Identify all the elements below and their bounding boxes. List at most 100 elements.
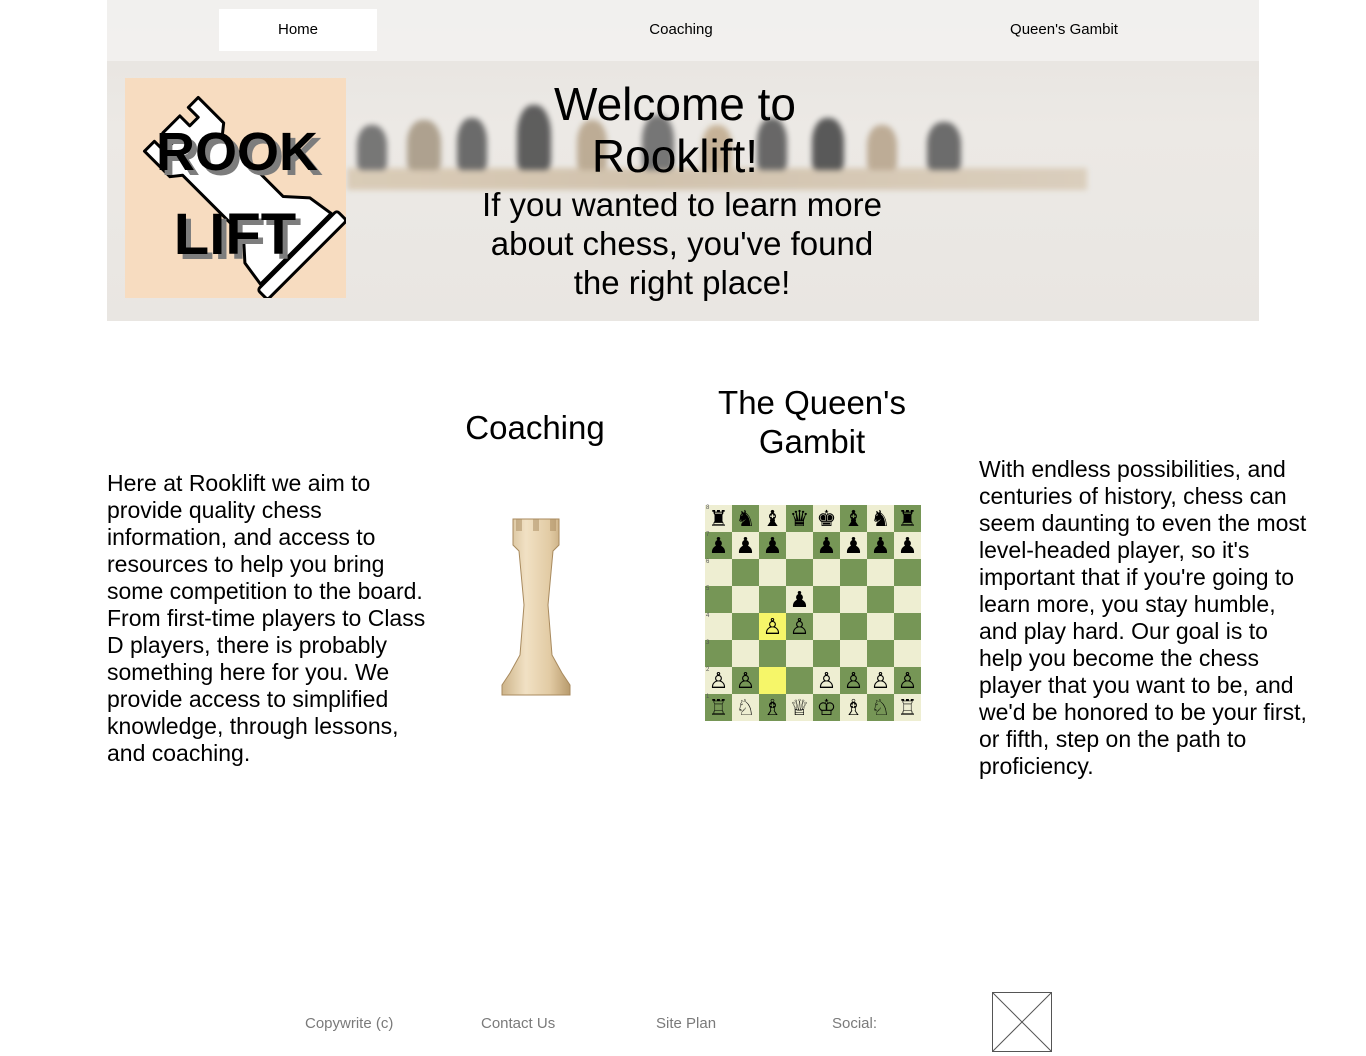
chess-piece-icon[interactable]: ♙ bbox=[871, 667, 891, 694]
chess-piece-icon[interactable]: ♗ bbox=[844, 694, 864, 721]
board-square[interactable]: 4 bbox=[705, 613, 732, 640]
chess-piece-icon[interactable]: ♙ bbox=[817, 667, 837, 694]
board-square[interactable]: ♟ bbox=[759, 532, 786, 559]
board-square[interactable] bbox=[786, 667, 813, 694]
board-square[interactable]: ♙ bbox=[786, 613, 813, 640]
chess-piece-icon[interactable]: ♙ bbox=[736, 667, 756, 694]
board-square[interactable] bbox=[840, 640, 867, 667]
board-square[interactable]: ♙ bbox=[732, 667, 759, 694]
rooklift-logo[interactable]: ROOK ROOK LIFT LIFT bbox=[125, 78, 347, 300]
board-square[interactable]: ♟ bbox=[786, 586, 813, 613]
chess-piece-icon[interactable]: ♟ bbox=[790, 586, 810, 613]
board-square[interactable]: ♟ 7 bbox=[705, 532, 732, 559]
board-square[interactable]: ♙ bbox=[813, 667, 840, 694]
chessboard-diagram[interactable]: ♜ 8 ♞ ♝ ♛ ♚ ♝ ♞ ♜ ♟ 7 ♟ ♟ ♟ ♟ ♟ ♟ 6 5 ♟ 4 ♙ ♙ 3 ♙ 2 ♙ ♙ ♙ ♙ ♙ ♖ 1 ♘ ♗ ♕ ♔ ♗ ♘ ♖ bbox=[705, 505, 921, 721]
chess-piece-icon[interactable]: ♚ bbox=[817, 505, 837, 532]
chess-piece-icon[interactable]: ♟ bbox=[709, 532, 729, 559]
board-square[interactable]: ♟ bbox=[840, 532, 867, 559]
board-square[interactable] bbox=[732, 586, 759, 613]
board-square[interactable]: ♙ bbox=[759, 613, 786, 640]
chess-piece-icon[interactable]: ♙ bbox=[709, 667, 729, 694]
board-square[interactable] bbox=[894, 586, 921, 613]
chess-piece-icon[interactable]: ♞ bbox=[871, 505, 891, 532]
board-square[interactable] bbox=[840, 586, 867, 613]
board-square[interactable]: ♔ bbox=[813, 694, 840, 721]
board-square[interactable] bbox=[867, 613, 894, 640]
chess-piece-icon[interactable]: ♟ bbox=[871, 532, 891, 559]
board-square[interactable]: ♜ bbox=[894, 505, 921, 532]
chess-piece-icon[interactable]: ♙ bbox=[763, 613, 783, 640]
board-square[interactable] bbox=[759, 667, 786, 694]
board-square[interactable]: ♗ bbox=[759, 694, 786, 721]
chess-piece-icon[interactable]: ♟ bbox=[817, 532, 837, 559]
chess-piece-icon[interactable]: ♝ bbox=[763, 505, 783, 532]
board-square[interactable] bbox=[759, 559, 786, 586]
board-square[interactable] bbox=[786, 640, 813, 667]
chess-piece-icon[interactable]: ♔ bbox=[817, 694, 837, 721]
board-square[interactable]: ♗ bbox=[840, 694, 867, 721]
queens-gambit-heading[interactable]: The Queen's Gambit bbox=[696, 383, 928, 461]
board-square[interactable]: 6 bbox=[705, 559, 732, 586]
board-square[interactable]: ♘ bbox=[732, 694, 759, 721]
board-square[interactable] bbox=[732, 613, 759, 640]
chess-piece-icon[interactable]: ♖ bbox=[898, 694, 918, 721]
chess-piece-icon[interactable]: ♕ bbox=[790, 694, 810, 721]
chess-piece-icon[interactable]: ♛ bbox=[790, 505, 810, 532]
board-square[interactable] bbox=[759, 586, 786, 613]
board-square[interactable] bbox=[894, 613, 921, 640]
footer-site-plan-link[interactable]: Site Plan bbox=[656, 1015, 716, 1032]
board-square[interactable]: ♞ bbox=[732, 505, 759, 532]
board-square[interactable] bbox=[759, 640, 786, 667]
board-square[interactable]: ♝ bbox=[840, 505, 867, 532]
chess-piece-icon[interactable]: ♜ bbox=[709, 505, 729, 532]
board-square[interactable] bbox=[786, 559, 813, 586]
board-square[interactable]: ♖ 1 bbox=[705, 694, 732, 721]
board-square[interactable]: ♖ bbox=[894, 694, 921, 721]
board-square[interactable] bbox=[813, 559, 840, 586]
chess-piece-icon[interactable]: ♟ bbox=[736, 532, 756, 559]
board-square[interactable] bbox=[867, 559, 894, 586]
chess-piece-icon[interactable]: ♞ bbox=[736, 505, 756, 532]
board-square[interactable] bbox=[894, 559, 921, 586]
chess-piece-icon[interactable]: ♙ bbox=[844, 667, 864, 694]
nav-item-home[interactable]: Home bbox=[219, 9, 377, 51]
board-square[interactable]: ♞ bbox=[867, 505, 894, 532]
footer-contact-link[interactable]: Contact Us bbox=[481, 1015, 555, 1032]
coaching-heading[interactable]: Coaching bbox=[440, 408, 630, 447]
chess-piece-icon[interactable]: ♘ bbox=[871, 694, 891, 721]
board-square[interactable]: ♟ bbox=[867, 532, 894, 559]
board-square[interactable] bbox=[840, 613, 867, 640]
placeholder-image-icon[interactable] bbox=[992, 992, 1052, 1052]
board-square[interactable] bbox=[840, 559, 867, 586]
board-square[interactable]: ♘ bbox=[867, 694, 894, 721]
board-square[interactable] bbox=[813, 640, 840, 667]
board-square[interactable] bbox=[786, 532, 813, 559]
board-square[interactable]: ♟ bbox=[894, 532, 921, 559]
board-square[interactable] bbox=[894, 640, 921, 667]
board-square[interactable]: ♝ bbox=[759, 505, 786, 532]
wooden-rook-icon[interactable] bbox=[496, 515, 576, 700]
board-square[interactable] bbox=[732, 559, 759, 586]
chess-piece-icon[interactable]: ♙ bbox=[790, 613, 810, 640]
chess-piece-icon[interactable]: ♝ bbox=[844, 505, 864, 532]
board-square[interactable]: 3 bbox=[705, 640, 732, 667]
board-square[interactable]: ♛ bbox=[786, 505, 813, 532]
board-square[interactable] bbox=[813, 613, 840, 640]
board-square[interactable]: ♚ bbox=[813, 505, 840, 532]
board-square[interactable]: ♙ bbox=[867, 667, 894, 694]
board-square[interactable] bbox=[732, 640, 759, 667]
chess-piece-icon[interactable]: ♟ bbox=[844, 532, 864, 559]
board-square[interactable] bbox=[867, 586, 894, 613]
nav-item-queens-gambit[interactable]: Queen's Gambit bbox=[985, 9, 1143, 51]
chess-piece-icon[interactable]: ♖ bbox=[709, 694, 729, 721]
board-square[interactable]: ♙ 2 bbox=[705, 667, 732, 694]
chess-piece-icon[interactable]: ♗ bbox=[763, 694, 783, 721]
chess-piece-icon[interactable]: ♘ bbox=[736, 694, 756, 721]
board-square[interactable]: ♙ bbox=[840, 667, 867, 694]
board-square[interactable] bbox=[813, 586, 840, 613]
nav-item-coaching[interactable]: Coaching bbox=[602, 9, 760, 51]
board-square[interactable] bbox=[867, 640, 894, 667]
board-square[interactable]: ♟ bbox=[732, 532, 759, 559]
chess-piece-icon[interactable]: ♟ bbox=[763, 532, 783, 559]
board-square[interactable]: ♜ 8 bbox=[705, 505, 732, 532]
